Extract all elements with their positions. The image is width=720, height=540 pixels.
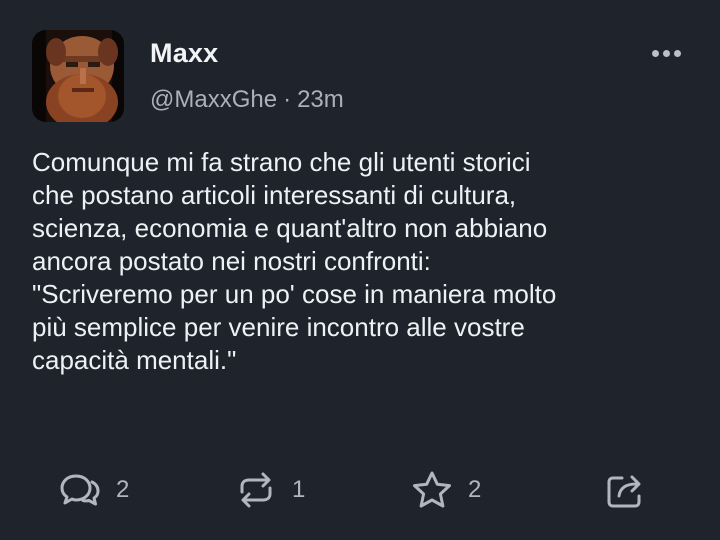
favourite-button[interactable]: 2: [410, 466, 481, 514]
star-icon: [413, 471, 451, 508]
reply-count: 2: [116, 476, 130, 503]
post-card: Maxx @MaxxGhe · 23m Comunque mi fa strano …: [0, 0, 720, 540]
share-icon: [607, 475, 641, 508]
repost-icon: [240, 472, 272, 508]
author-name[interactable]: Maxx: [150, 38, 218, 69]
more-options-button[interactable]: [646, 40, 686, 66]
user-avatar-photo: [32, 30, 124, 122]
repost-count: 1: [292, 476, 306, 503]
reply-icon: [60, 474, 100, 506]
more-dot-icon: [662, 49, 670, 57]
more-dot-icon: [673, 49, 681, 57]
post-body-line: capacità mentali.": [32, 345, 237, 375]
repost-button[interactable]: 1: [234, 466, 305, 514]
share-button[interactable]: [604, 466, 648, 514]
action-bar: 2 1 2: [0, 466, 720, 514]
post-body-line: che postano articoli interessanti di cul…: [32, 180, 517, 210]
favourite-count: 2: [468, 476, 482, 503]
post-body: Comunque mi fa strano che gli utenti sto…: [32, 146, 702, 377]
post-meta: @MaxxGhe · 23m: [150, 86, 344, 114]
post-body-line: ancora postato nei nostri confronti:: [32, 246, 431, 276]
author-handle[interactable]: @MaxxGhe: [150, 86, 277, 113]
more-dot-icon: [651, 49, 659, 57]
post-body-line: "Scriveremo per un po' cose in maniera m…: [32, 279, 557, 309]
post-body-line: scienza, economia e quant'altro non abbi…: [32, 213, 548, 243]
reply-button[interactable]: 2: [58, 466, 129, 514]
avatar[interactable]: [32, 30, 124, 122]
post-body-line: Comunque mi fa strano che gli utenti sto…: [32, 147, 531, 177]
post-body-line: più semplice per venire incontro alle vo…: [32, 312, 525, 342]
meta-separator: ·: [283, 86, 292, 113]
post-timestamp[interactable]: 23m: [297, 86, 344, 113]
